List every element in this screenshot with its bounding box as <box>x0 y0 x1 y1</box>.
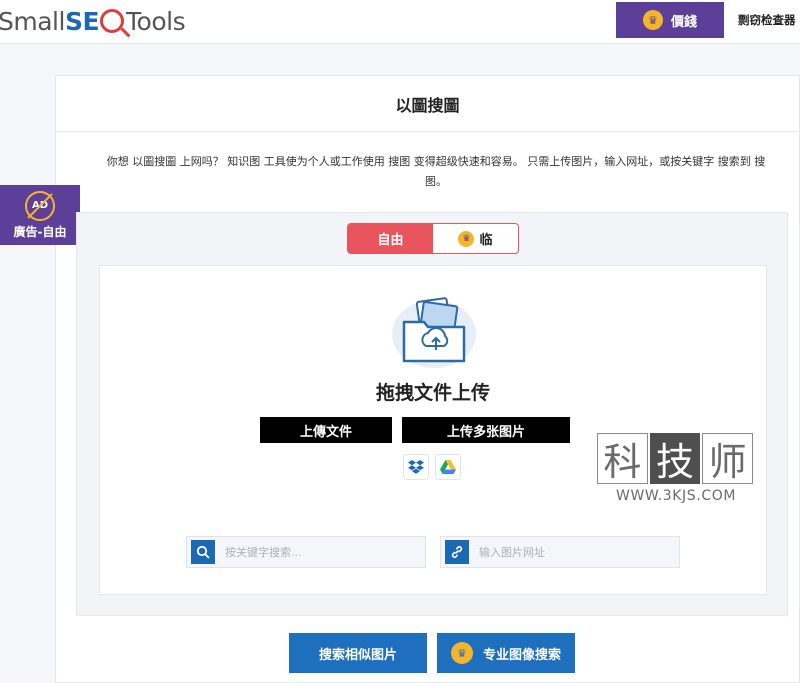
logo-text-tools: Tools <box>126 6 186 36</box>
crown-icon: ♛ <box>458 230 475 247</box>
site-watermark: 科 技 师 WWW.3KJS.COM <box>597 433 755 509</box>
ad-block-icon: AD <box>25 190 55 221</box>
watermark-char: 科 <box>597 433 648 484</box>
ad-free-label: 廣告-自由 <box>13 224 67 239</box>
watermark-chars: 科 技 师 <box>597 433 755 484</box>
ad-icon-text: AD <box>31 200 49 211</box>
pro-search-label: 专业图像搜索 <box>482 647 561 663</box>
pricing-label: 價錢 <box>670 14 697 30</box>
watermark-char: 技 <box>649 433 701 484</box>
site-header: Small SE Tools ♛ 價錢 剽窃检查器 <box>0 0 800 44</box>
watermark-char: 师 <box>702 433 754 484</box>
crown-icon: ♛ <box>642 10 663 30</box>
keyword-search-input[interactable] <box>225 545 415 559</box>
plan-toggle: 自由 ♛ 临 <box>347 223 519 254</box>
search-icon[interactable] <box>191 540 215 564</box>
upload-file-button[interactable]: 上傳文件 <box>260 417 392 443</box>
ad-free-badge[interactable]: AD 廣告-自由 <box>0 185 80 245</box>
plagiarism-checker-link[interactable]: 剽窃检查器 <box>738 12 796 28</box>
image-url-input[interactable] <box>479 545 669 559</box>
upload-multiple-button[interactable]: 上传多张图片 <box>402 417 570 443</box>
watermark-url: WWW.3KJS.COM <box>616 488 736 504</box>
google-drive-button[interactable] <box>435 454 461 480</box>
google-drive-icon <box>440 460 456 474</box>
toggle-pro[interactable]: ♛ 临 <box>433 224 518 253</box>
url-search-field <box>440 536 680 568</box>
site-logo[interactable]: Small SE Tools <box>0 4 186 38</box>
logo-text-se: SE <box>64 6 100 36</box>
search-similar-button[interactable]: 搜索相似图片 <box>289 633 427 673</box>
folder-upload-icon <box>392 297 476 368</box>
logo-magnifier-icon <box>100 9 125 33</box>
pricing-button[interactable]: ♛ 價錢 <box>616 2 724 38</box>
page-description: 你想 以圖搜圖 上网吗？ 知识图 工具使为个人或工作使用 搜图 变得超级快速和容… <box>106 155 766 188</box>
tool-area: 自由 ♛ 临 拖拽文件上传 上傳文件 上传多张图片 <box>76 212 788 616</box>
dropbox-button[interactable] <box>403 454 429 480</box>
upload-dropzone[interactable]: 拖拽文件上传 上傳文件 上传多张图片 <box>99 265 767 595</box>
logo-text-small: Small <box>0 6 65 36</box>
keyword-search-field <box>186 536 426 568</box>
pro-image-search-button[interactable]: ♛ 专业图像搜索 <box>437 633 575 673</box>
page-title: 以圖搜圖 <box>56 76 799 132</box>
toggle-pro-label: 临 <box>479 233 493 248</box>
crown-icon: ♛ <box>450 642 473 664</box>
dropbox-icon <box>408 460 424 474</box>
drag-drop-title: 拖拽文件上传 <box>375 382 490 404</box>
toggle-free[interactable]: 自由 <box>348 224 433 253</box>
link-icon[interactable] <box>445 540 469 564</box>
